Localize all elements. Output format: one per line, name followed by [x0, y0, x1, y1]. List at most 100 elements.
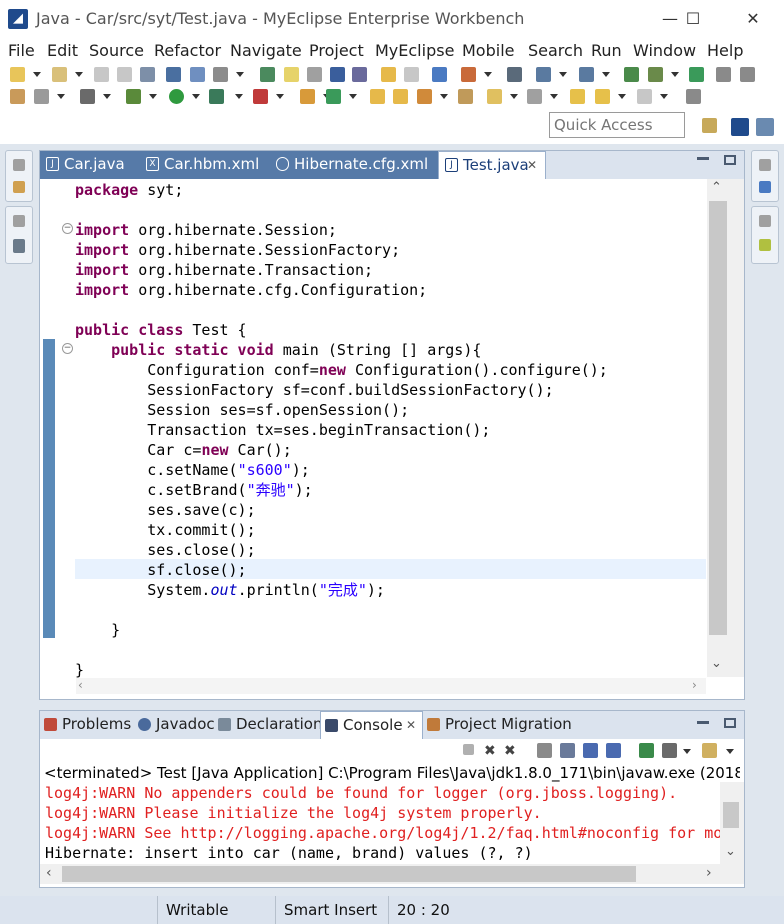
word-wrap-icon[interactable] — [583, 743, 598, 758]
new-project-icon[interactable] — [52, 67, 67, 82]
menu-mobile[interactable]: Mobile — [462, 41, 514, 60]
tab-console[interactable]: Console ✕ — [320, 711, 423, 739]
restore-icon[interactable] — [13, 215, 25, 227]
restore-icon[interactable] — [13, 159, 25, 171]
wizard-icon[interactable] — [536, 67, 551, 82]
save-icon[interactable] — [94, 67, 109, 82]
menu-edit[interactable]: Edit — [47, 41, 78, 60]
tab-car-hbm-xml[interactable]: X Car.hbm.xml — [140, 151, 270, 179]
show-whitespace-icon[interactable] — [352, 67, 367, 82]
remove-all-icon[interactable]: ✖ — [504, 743, 519, 759]
tab-declaration[interactable]: Declaration — [214, 711, 322, 739]
open-file-icon[interactable] — [393, 89, 408, 104]
debug-icon[interactable] — [126, 89, 141, 104]
tab-car-java[interactable]: J Car.java — [40, 151, 140, 179]
console-vertical-scrollbar[interactable]: ⌄ — [720, 782, 744, 864]
server-icon[interactable] — [579, 67, 594, 82]
scroll-down-icon[interactable]: ⌄ — [711, 656, 722, 671]
pin-editor-icon[interactable] — [686, 89, 701, 104]
deploy-server-icon[interactable] — [648, 67, 663, 82]
browser-icon[interactable] — [689, 67, 704, 82]
last-edit-icon[interactable] — [570, 89, 585, 104]
show-on-output-icon[interactable] — [606, 743, 621, 758]
remove-launch-icon[interactable]: ✖ — [484, 743, 499, 759]
quick-access-input[interactable] — [549, 112, 685, 138]
camera-icon[interactable] — [80, 89, 95, 104]
outline-icon[interactable] — [759, 181, 771, 193]
deploy-icon[interactable] — [190, 67, 205, 82]
highlight-icon[interactable] — [284, 67, 299, 82]
menu-help[interactable]: Help — [707, 41, 743, 60]
new-class-icon[interactable] — [300, 89, 315, 104]
run-history-icon[interactable] — [209, 89, 224, 104]
run-icon[interactable] — [169, 89, 184, 104]
new-interface-icon[interactable] — [326, 89, 341, 104]
minimize-view-icon[interactable] — [697, 721, 709, 724]
external-tools-icon[interactable] — [253, 89, 268, 104]
task-list-icon[interactable] — [759, 239, 771, 251]
prev-annotation-icon[interactable] — [527, 89, 542, 104]
menu-window[interactable]: Window — [633, 41, 696, 60]
myeclipse-perspective-icon[interactable] — [731, 118, 749, 136]
package-explorer-icon[interactable] — [458, 89, 473, 104]
hibernate-icon[interactable] — [507, 67, 522, 82]
close-window-button[interactable]: ✕ — [730, 4, 776, 34]
restore-icon[interactable] — [759, 159, 771, 171]
back-icon[interactable] — [716, 67, 731, 82]
outline-view-icon[interactable] — [13, 239, 25, 253]
tab-javadoc[interactable]: Javadoc — [134, 711, 215, 739]
scroll-right-icon[interactable]: › — [692, 678, 697, 692]
console-hscroll-thumb[interactable] — [62, 866, 636, 882]
maximize-button[interactable]: ☐ — [670, 4, 716, 34]
maximize-view-icon[interactable] — [724, 718, 736, 728]
pencil-icon[interactable] — [417, 89, 432, 104]
build-tools-icon[interactable] — [213, 67, 228, 82]
menu-refactor[interactable]: Refactor — [154, 41, 221, 60]
display-console-icon[interactable] — [662, 743, 677, 758]
open-perspective-icon[interactable] — [702, 118, 717, 133]
terminate-icon[interactable] — [463, 744, 474, 755]
save-all-icon[interactable] — [117, 67, 132, 82]
scroll-down-icon[interactable]: ⌄ — [725, 844, 736, 859]
tab-project-migration[interactable]: Project Migration — [423, 711, 573, 739]
nav-forward-icon[interactable] — [637, 89, 652, 104]
forward-icon[interactable] — [740, 67, 755, 82]
pin-console-icon[interactable] — [639, 743, 654, 758]
open-folder-icon[interactable] — [370, 89, 385, 104]
java-perspective-icon[interactable] — [756, 118, 774, 136]
editor-scroll-thumb[interactable] — [709, 201, 727, 635]
restore-icon[interactable] — [759, 215, 771, 227]
menu-run[interactable]: Run — [591, 41, 622, 60]
tab-test-java[interactable]: J Test.java ✕ — [438, 151, 546, 179]
open-console-icon[interactable] — [702, 743, 717, 758]
close-tab-icon[interactable]: ✕ — [527, 152, 537, 178]
outline-icon[interactable] — [330, 67, 345, 82]
minimize-view-icon[interactable] — [697, 157, 709, 160]
settings-icon[interactable] — [34, 89, 49, 104]
console-output[interactable]: log4j:WARN No appenders could be found f… — [40, 782, 720, 864]
menu-file[interactable]: File — [8, 41, 35, 60]
web-project-icon[interactable] — [461, 67, 476, 82]
menu-search[interactable]: Search — [528, 41, 583, 60]
run-server-icon[interactable] — [624, 67, 639, 82]
package-explorer-icon[interactable] — [13, 181, 25, 193]
new-package-icon[interactable] — [10, 89, 25, 104]
scroll-up-icon[interactable]: ⌃ — [711, 180, 722, 195]
undo-icon[interactable] — [381, 67, 396, 82]
console-horizontal-scrollbar[interactable]: ‹ › — [40, 864, 744, 884]
scroll-left-icon[interactable]: ‹ — [46, 865, 52, 881]
menu-navigate[interactable]: Navigate — [230, 41, 302, 60]
next-annotation-icon[interactable] — [487, 89, 502, 104]
scroll-left-icon[interactable]: ‹ — [78, 678, 83, 692]
close-tab-icon[interactable]: ✕ — [406, 712, 416, 738]
tab-problems[interactable]: Problems — [40, 711, 134, 739]
pin-icon[interactable] — [432, 67, 447, 82]
search-icon[interactable] — [260, 67, 275, 82]
editor-horizontal-scrollbar[interactable] — [76, 678, 706, 694]
scroll-lock-icon[interactable] — [560, 743, 575, 758]
link-icon[interactable] — [307, 67, 322, 82]
menu-project[interactable]: Project — [309, 41, 364, 60]
nav-back-icon[interactable] — [595, 89, 610, 104]
open-type-icon[interactable] — [166, 67, 181, 82]
redo-icon[interactable] — [404, 67, 419, 82]
